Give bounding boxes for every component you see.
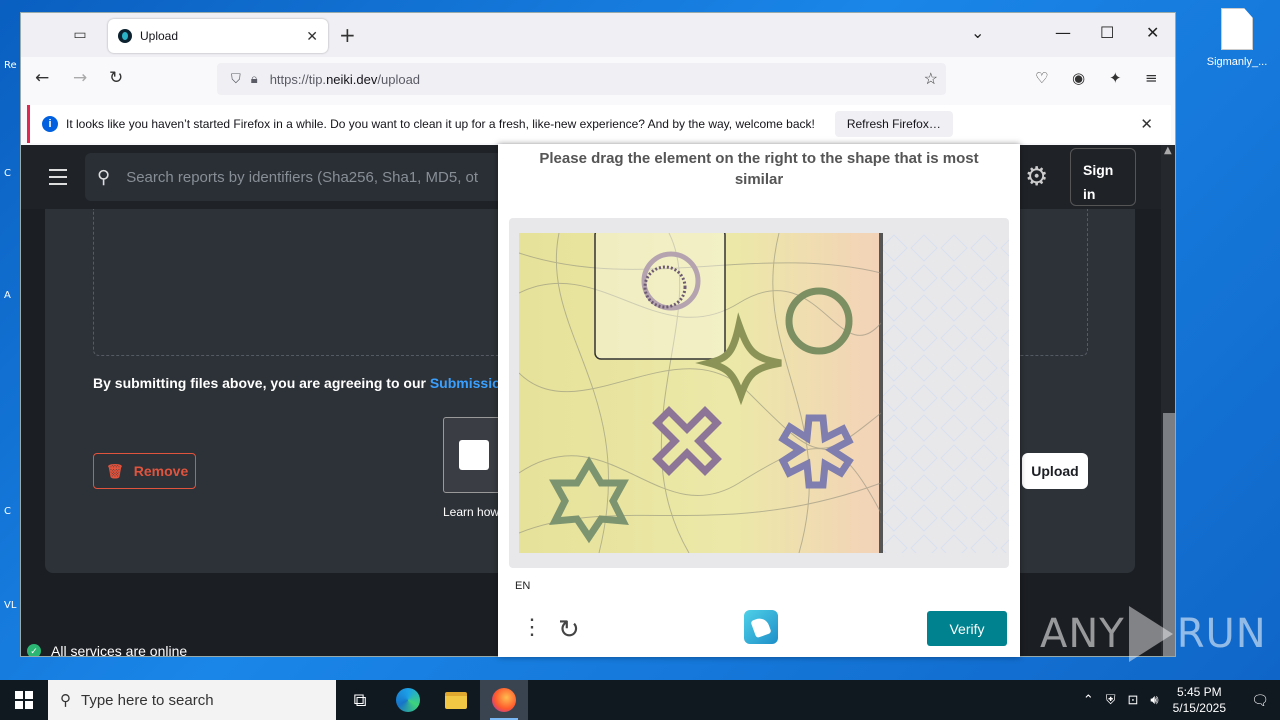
account-icon[interactable]: ◉ xyxy=(1072,69,1085,87)
clock[interactable]: 5:45 PM 5/15/2025 xyxy=(1173,684,1226,716)
folder-icon xyxy=(445,691,467,709)
url-host: neiki.dev xyxy=(326,71,378,87)
agreement-label: By submitting files above, you are agree… xyxy=(93,375,430,391)
task-view-icon[interactable]: ⧉ xyxy=(336,680,384,720)
window-close-icon[interactable]: ✕ xyxy=(1146,23,1159,42)
favicon-icon xyxy=(118,29,132,43)
gear-icon[interactable]: ⚙ xyxy=(1025,161,1048,192)
start-button[interactable] xyxy=(0,680,48,720)
notification-text: It looks like you haven’t started Firefo… xyxy=(66,117,815,131)
remove-label: Remove xyxy=(133,463,189,479)
watermark-left: ANY xyxy=(1040,611,1125,657)
tab-list-chevron-icon[interactable]: ⌄ xyxy=(971,23,984,42)
desktop-fragment: C xyxy=(4,506,11,517)
more-options-icon[interactable]: ⋮ xyxy=(521,616,543,638)
check-circle-icon: ✓ xyxy=(27,644,41,656)
play-icon xyxy=(1128,606,1173,662)
shield-icon[interactable]: ⛉ xyxy=(231,71,241,87)
taskbar-search-input[interactable]: ⚲ Type here to search xyxy=(48,680,336,720)
agreement-text: By submitting files above, you are agree… xyxy=(93,375,509,391)
captcha-dialog: Please drag the element on the right to … xyxy=(498,144,1020,657)
service-status: ✓ All services are online xyxy=(27,643,188,657)
desktop-file-label: Sigmanly_... xyxy=(1206,56,1268,68)
verify-button[interactable]: Verify xyxy=(927,611,1007,646)
taskbar: ⚲ Type here to search ⧉ ⌃ ⛨ ⊡ 🔊︎ 5:45 PM… xyxy=(0,680,1280,720)
edge-taskbar-button[interactable] xyxy=(384,680,432,720)
desktop-fragment: A xyxy=(4,290,11,301)
desktop-left-icons: Re C A C VL xyxy=(0,0,22,680)
puzzle-divider xyxy=(879,233,883,553)
captcha-puzzle-image[interactable] xyxy=(519,233,1009,553)
scroll-up-icon[interactable]: ▲ xyxy=(1164,145,1172,156)
tab-title: Upload xyxy=(140,29,179,43)
firefox-icon xyxy=(492,688,516,712)
remove-button[interactable]: 🗑︎ Remove xyxy=(93,453,196,489)
tab-close-icon[interactable]: ✕ xyxy=(306,28,318,45)
edge-icon xyxy=(396,688,420,712)
tab-bar: ▭ Upload ✕ + ⌄ — ☐ ✕ xyxy=(21,13,1175,57)
clock-time: 5:45 PM xyxy=(1176,685,1222,699)
system-tray: ⌃ ⛨ ⊡ 🔊︎ 5:45 PM 5/15/2025 🗨︎ xyxy=(1077,680,1280,720)
volume-icon[interactable]: 🔊︎ xyxy=(1150,692,1158,708)
pocket-icon[interactable]: ♡ xyxy=(1035,69,1048,87)
refresh-challenge-icon[interactable]: ↻ xyxy=(558,614,580,645)
file-icon xyxy=(1221,8,1253,50)
url-path: /upload xyxy=(377,71,421,87)
puzzle-side-panel xyxy=(881,233,1009,553)
taskbar-search-placeholder: Type here to search xyxy=(81,691,214,709)
hcaptcha-logo-icon[interactable] xyxy=(744,610,778,644)
extensions-icon[interactable]: ✦ xyxy=(1109,69,1122,87)
learn-how-link[interactable]: Learn how xyxy=(443,505,499,519)
sign-in-button[interactable]: Sign in xyxy=(1070,148,1136,206)
language-selector[interactable]: EN xyxy=(515,580,530,592)
forward-icon[interactable]: → xyxy=(73,68,87,88)
info-icon: i xyxy=(42,116,58,132)
notifications-icon[interactable]: 🗨︎ xyxy=(1240,692,1280,709)
lock-icon[interactable]: 🔒︎ xyxy=(251,71,258,87)
desktop-fragment: Re xyxy=(4,60,17,71)
report-search-input[interactable]: ⚲ Search reports by identifiers (Sha256,… xyxy=(85,153,505,201)
clock-date: 5/15/2025 xyxy=(1172,701,1226,715)
hamburger-menu-icon[interactable] xyxy=(49,169,67,190)
watermark-right: RUN xyxy=(1176,611,1267,657)
firefox-taskbar-button[interactable] xyxy=(480,680,528,720)
video-thumbnail[interactable] xyxy=(443,417,503,493)
notification-close-icon[interactable]: ✕ xyxy=(1140,115,1153,133)
search-icon: ⚲ xyxy=(97,166,111,187)
captcha-prompt: Please drag the element on the right to … xyxy=(539,150,979,188)
url-bar[interactable]: ⛉ 🔒︎ https://tip. neiki.dev/upload ☆ xyxy=(217,63,946,95)
upload-button[interactable]: Upload xyxy=(1022,453,1088,489)
windows-logo-icon xyxy=(15,691,33,709)
trash-icon: 🗑︎ xyxy=(106,462,124,479)
nav-bar: ← → ↻ ⛉ 🔒︎ https://tip. neiki.dev/upload … xyxy=(21,57,1175,101)
page-scrollbar[interactable]: ▲ xyxy=(1161,145,1175,656)
tab-upload[interactable]: Upload ✕ xyxy=(108,19,328,53)
search-icon: ⚲ xyxy=(60,692,71,709)
bookmark-star-icon[interactable]: ☆ xyxy=(924,69,938,89)
back-icon[interactable]: ← xyxy=(35,68,49,88)
maximize-icon[interactable]: ☐ xyxy=(1100,23,1114,42)
desktop-fragment: VL xyxy=(4,600,17,611)
security-icon[interactable]: ⛨ xyxy=(1106,692,1116,708)
desktop-file-icon[interactable]: Sigmanly_... xyxy=(1204,8,1270,68)
status-text: All services are online xyxy=(51,643,188,657)
reload-icon[interactable]: ↻ xyxy=(109,68,123,88)
draggable-piece-frame[interactable] xyxy=(594,233,726,360)
notification-bar: i It looks like you haven’t started Fire… xyxy=(27,105,1171,143)
video-icon xyxy=(459,440,489,470)
network-icon[interactable]: ⊡ xyxy=(1128,692,1139,708)
search-placeholder: Search reports by identifiers (Sha256, S… xyxy=(126,168,479,186)
refresh-firefox-button[interactable]: Refresh Firefox… xyxy=(834,111,953,137)
minimize-icon[interactable]: — xyxy=(1055,23,1071,42)
desktop-fragment: C xyxy=(4,168,11,179)
menu-icon[interactable]: ≡ xyxy=(1145,69,1158,87)
chevron-up-icon[interactable]: ⌃ xyxy=(1083,692,1094,708)
captcha-canvas[interactable] xyxy=(509,218,1009,568)
firefox-view-icon[interactable]: ▭ xyxy=(67,24,93,46)
explorer-taskbar-button[interactable] xyxy=(432,680,480,720)
url-prefix: https://tip. xyxy=(269,71,327,87)
new-tab-icon[interactable]: + xyxy=(339,23,356,47)
anyrun-watermark: ANY RUN xyxy=(1040,606,1267,662)
